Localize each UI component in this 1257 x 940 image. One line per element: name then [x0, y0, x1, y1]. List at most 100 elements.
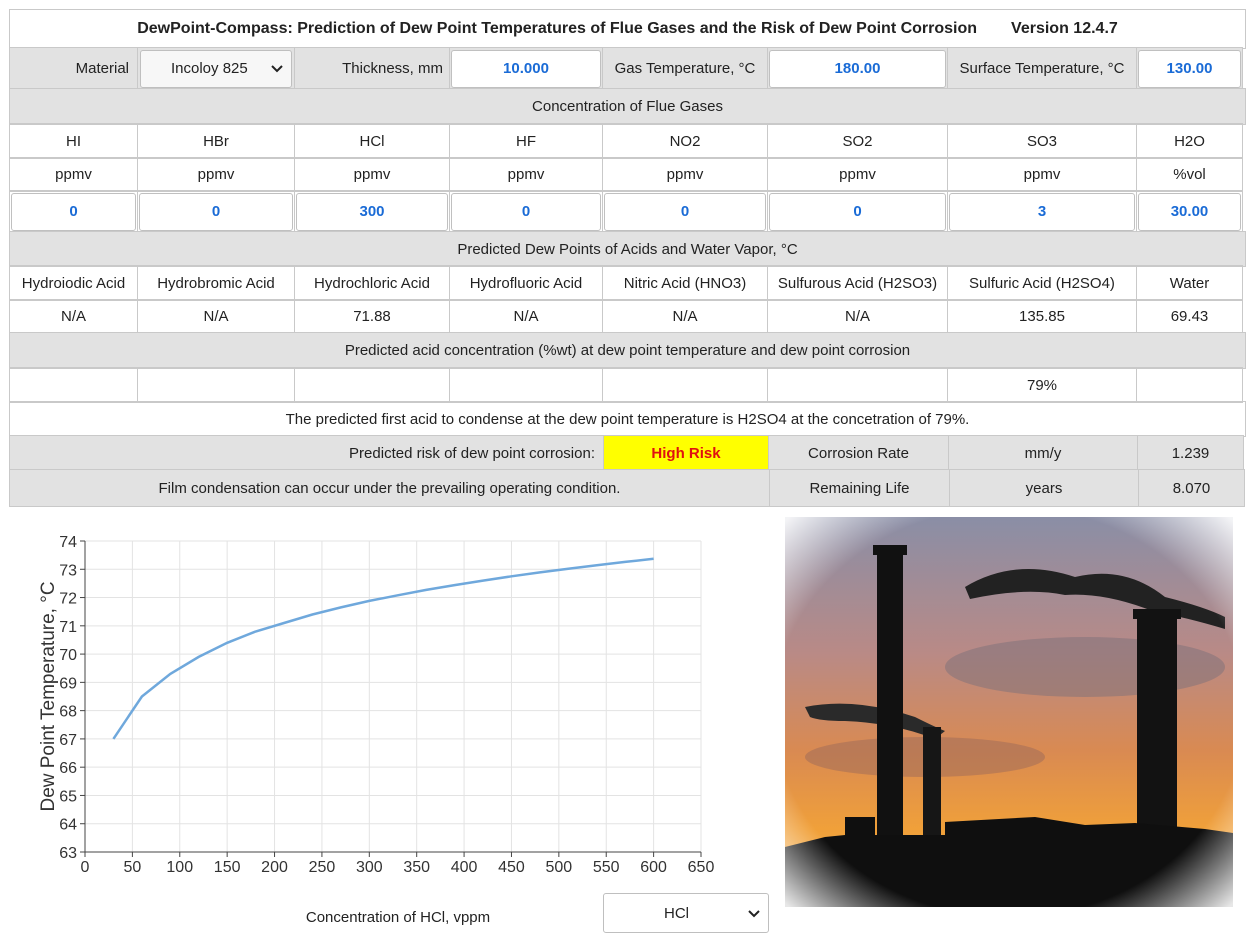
dew-point-value: 69.43	[1136, 299, 1243, 334]
x-tick-label: 100	[166, 859, 193, 876]
acid-concentration-value	[9, 367, 138, 403]
gas-temp-cell: 180.00	[767, 47, 948, 90]
y-tick-label: 73	[59, 562, 77, 579]
chart-species-value: HCl	[664, 904, 689, 922]
y-tick-label: 64	[59, 817, 77, 834]
y-tick-label: 72	[59, 591, 77, 608]
material-select[interactable]: Incoloy 825	[140, 49, 292, 88]
film-condensation-message: Film condensation can occur under the pr…	[9, 469, 770, 507]
dew-point-value: 135.85	[947, 299, 1137, 334]
remaining-life-unit: years	[949, 469, 1139, 507]
y-tick-label: 66	[59, 760, 77, 777]
thickness-label: Thickness, mm	[294, 47, 450, 90]
dew-point-value: N/A	[602, 299, 768, 334]
acid-name: Sulfuric Acid (H2SO4)	[947, 265, 1137, 301]
species-name-row: HI HBr HCl HF NO2 SO2 SO3 H2O	[9, 123, 1246, 159]
hbr-input[interactable]: 0	[139, 192, 293, 231]
no2-input[interactable]: 0	[604, 192, 766, 231]
species-unit: ppmv	[9, 157, 138, 192]
smokestack-photo	[785, 517, 1233, 907]
y-tick-label: 71	[59, 619, 77, 636]
app-title: DewPoint-Compass: Prediction of Dew Poin…	[137, 20, 978, 37]
x-tick-label: 600	[640, 859, 667, 876]
species-unit: ppmv	[449, 157, 603, 192]
acid-name: Hydroiodic Acid	[9, 265, 138, 301]
chart-species-select[interactable]: HCl	[603, 893, 769, 933]
surface-temp-cell: 130.00	[1136, 47, 1243, 90]
species-input-row: 0 0 300 0 0 0 3 30.00	[9, 190, 1246, 233]
flue-gas-section-title: Concentration of Flue Gases	[9, 88, 1246, 125]
species-unit: %vol	[1136, 157, 1243, 192]
chevron-down-icon	[748, 905, 760, 922]
x-tick-label: 250	[309, 859, 336, 876]
surface-temp-input[interactable]: 130.00	[1138, 49, 1241, 88]
species-unit: ppmv	[137, 157, 295, 192]
y-tick-label: 69	[59, 675, 77, 692]
x-axis-label: Concentration of HCl, vppm	[306, 909, 490, 926]
h2o-input[interactable]: 30.00	[1138, 192, 1241, 231]
x-tick-label: 650	[688, 859, 715, 876]
x-tick-label: 0	[81, 859, 90, 876]
hf-input[interactable]: 0	[451, 192, 601, 231]
acid-concentration-value	[767, 367, 948, 403]
species-unit: ppmv	[602, 157, 768, 192]
x-tick-label: 500	[545, 859, 572, 876]
x-tick-label: 200	[261, 859, 288, 876]
material-value: Incoloy 825	[171, 60, 248, 77]
species-unit: ppmv	[947, 157, 1137, 192]
so2-input[interactable]: 0	[769, 192, 946, 231]
gas-temp-input[interactable]: 180.00	[769, 49, 946, 88]
corrosion-rate-value: 1.239	[1137, 435, 1244, 471]
species-name: NO2	[602, 123, 768, 159]
app-title-bar: DewPoint-Compass: Prediction of Dew Poin…	[9, 9, 1246, 49]
acid-name: Nitric Acid (HNO3)	[602, 265, 768, 301]
x-tick-label: 350	[403, 859, 430, 876]
dewpoint-compass-app: DewPoint-Compass: Prediction of Dew Poin…	[9, 9, 1246, 935]
dew-point-value: N/A	[9, 299, 138, 334]
material-cell: Incoloy 825	[137, 47, 295, 90]
x-tick-label: 400	[451, 859, 478, 876]
acid-concentration-value	[294, 367, 450, 403]
chart-area: 0 50 100 150 200 250 300 350 400 450 500 550 600 650 6…	[9, 506, 769, 935]
corrosion-rate-unit: mm/y	[948, 435, 1138, 471]
acid-name: Water	[1136, 265, 1243, 301]
acid-name-row: Hydroiodic Acid Hydrobromic Acid Hydroch…	[9, 265, 1246, 301]
risk-label: Predicted risk of dew point corrosion:	[9, 435, 604, 471]
species-name: HCl	[294, 123, 450, 159]
acid-concentration-value	[1136, 367, 1243, 403]
species-unit: ppmv	[294, 157, 450, 192]
species-name: SO3	[947, 123, 1137, 159]
material-label: Material	[9, 47, 138, 90]
species-unit-row: ppmv ppmv ppmv ppmv ppmv ppmv ppmv %vol	[9, 157, 1246, 192]
y-tick-label: 65	[59, 788, 77, 805]
acid-concentration-value	[137, 367, 295, 403]
acid-name: Hydrochloric Acid	[294, 265, 450, 301]
dew-point-value: 71.88	[294, 299, 450, 334]
y-tick-label: 74	[59, 534, 77, 551]
x-tick-label: 550	[593, 859, 620, 876]
acid-concentration-value	[602, 367, 768, 403]
version-label: Version 12.4.7	[1011, 20, 1118, 37]
thickness-input[interactable]: 10.000	[451, 49, 601, 88]
species-name: HI	[9, 123, 138, 159]
y-axis-label: Dew Point Temperature, °C	[38, 581, 59, 811]
chevron-down-icon	[271, 60, 283, 77]
dew-point-value-row: N/A N/A 71.88 N/A N/A N/A 135.85 69.43	[9, 299, 1246, 334]
x-tick-label: 50	[123, 859, 141, 876]
so3-input[interactable]: 3	[949, 192, 1135, 231]
first-acid-message: The predicted first acid to condense at …	[9, 401, 1246, 437]
acid-name: Sulfurous Acid (H2SO3)	[767, 265, 948, 301]
gas-temp-label: Gas Temperature, °C	[602, 47, 768, 90]
hi-input[interactable]: 0	[11, 192, 136, 231]
hcl-input[interactable]: 300	[296, 192, 448, 231]
y-tick-label: 68	[59, 704, 77, 721]
y-tick-label: 70	[59, 647, 77, 664]
acid-concentration-section-title: Predicted acid concentration (%wt) at de…	[9, 332, 1246, 369]
y-tick-label: 63	[59, 845, 77, 862]
species-name: H2O	[1136, 123, 1243, 159]
acid-name: Hydrofluoric Acid	[449, 265, 603, 301]
remaining-life-value: 8.070	[1138, 469, 1245, 507]
remaining-life-label: Remaining Life	[769, 469, 950, 507]
surface-temp-label: Surface Temperature, °C	[947, 47, 1137, 90]
x-tick-label: 150	[214, 859, 241, 876]
